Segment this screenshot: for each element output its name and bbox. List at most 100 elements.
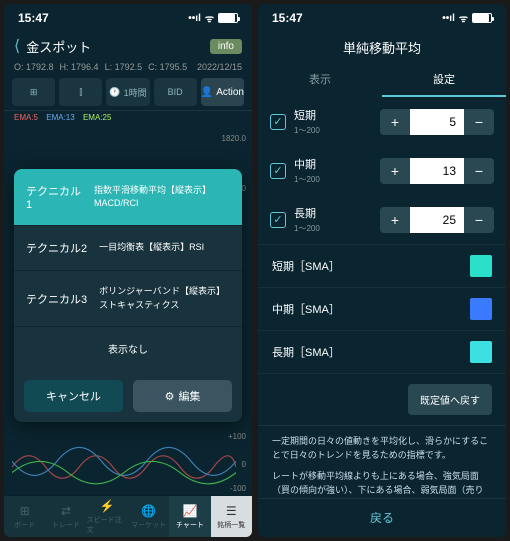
signal-icon: ••ıl <box>442 13 455 24</box>
tab-chart[interactable]: 📈チャート <box>169 496 210 537</box>
reset-row: 既定値へ戻す <box>258 374 506 425</box>
technical-option-none[interactable]: 表示なし <box>14 327 242 370</box>
status-bar: 15:47 ••ıl ᯤ <box>4 4 252 32</box>
option-label: テクニカル1 <box>26 183 82 211</box>
period-label: 中期1～200 <box>294 156 372 185</box>
tab-settings[interactable]: 設定 <box>382 63 506 97</box>
market-icon: 🌐 <box>141 504 156 518</box>
battery-icon <box>218 13 238 23</box>
technical-dialog: テクニカル1 指数平滑移動平均【縦表示】MACD/RCI テクニカル2 一目均衡… <box>14 169 242 422</box>
desc-p2: レートが移動平均線よりも上にある場合、強気局面（買の傾向が強い）、下にある場合、… <box>272 469 492 498</box>
price-date: 2022/12/15 <box>197 62 242 72</box>
cancel-button[interactable]: キャンセル <box>24 380 123 412</box>
sma-label: 長期［SMA］ <box>272 344 340 360</box>
dialog-footer: キャンセル ⚙編集 <box>14 370 242 422</box>
candle-button[interactable]: ⫿ <box>59 78 102 106</box>
period-label: 長期1～200 <box>294 205 372 234</box>
option-value: 一目均衡表【縦表示】RSI <box>99 241 204 255</box>
ema-25: EMA:25 <box>83 113 111 122</box>
description: 一定期間の日々の値動きを平均化し、滑らかにすることで日々のトレンドを見るための指… <box>258 425 506 498</box>
plus-button[interactable]: + <box>380 207 410 233</box>
oscillator-chart <box>12 439 236 495</box>
period-row-mid: ✓ 中期1～200 + 13 − <box>258 146 506 195</box>
technical-option-2[interactable]: テクニカル2 一目均衡表【縦表示】RSI <box>14 226 242 271</box>
tab-list[interactable]: ☰銘柄一覧 <box>211 496 252 537</box>
tab-display[interactable]: 表示 <box>258 63 382 97</box>
checkbox-long[interactable]: ✓ <box>270 212 286 228</box>
ema-indicators: EMA:5 EMA:13 EMA:25 <box>4 110 252 124</box>
stepper-long: + 25 − <box>380 207 494 233</box>
minus-button[interactable]: − <box>464 158 494 184</box>
speed-icon: ⚡ <box>100 499 115 513</box>
tab-row: 表示 設定 <box>258 63 506 97</box>
period-value[interactable]: 5 <box>410 109 464 135</box>
ema-13: EMA:13 <box>46 113 74 122</box>
grid-button[interactable]: ⊞ <box>12 78 55 106</box>
price-low: L: 1792.5 <box>105 62 143 72</box>
minus-button[interactable]: − <box>464 207 494 233</box>
tab-speed[interactable]: ⚡スピード注文 <box>87 496 128 537</box>
status-bar: 15:47 ••ıl ᯤ <box>258 4 506 32</box>
settings-scroll[interactable]: ✓ 短期1～200 + 5 − ✓ 中期1～200 + 13 − ✓ 長期1～2… <box>258 97 506 498</box>
tab-market[interactable]: 🌐マーケット <box>128 496 169 537</box>
battery-icon <box>472 13 492 23</box>
minus-button[interactable]: − <box>464 109 494 135</box>
plus-button[interactable]: + <box>380 109 410 135</box>
back-icon[interactable]: ⟨ <box>14 36 20 56</box>
ema-5: EMA:5 <box>14 113 38 122</box>
bottom-nav: ⊞ボード ⇄トレード ⚡スピード注文 🌐マーケット 📈チャート ☰銘柄一覧 <box>4 495 252 537</box>
period-label: 短期1～200 <box>294 107 372 136</box>
checkbox-mid[interactable]: ✓ <box>270 163 286 179</box>
price-close: C: 1795.5 <box>148 62 187 72</box>
wifi-icon: ᯤ <box>205 11 214 25</box>
left-screen: 15:47 ••ıl ᯤ ⟨ 金スポット info O: 1792.8 H: 1… <box>4 4 252 537</box>
status-time: 15:47 <box>272 11 303 25</box>
sma-label: 中期［SMA］ <box>272 301 340 317</box>
back-button[interactable]: 戻る <box>370 511 394 525</box>
bid-button[interactable]: BID <box>154 78 197 106</box>
edit-button[interactable]: ⚙編集 <box>133 380 232 412</box>
ohlc-row: O: 1792.8 H: 1796.4 L: 1792.5 C: 1795.5 … <box>4 60 252 74</box>
action-button[interactable]: 👤Action <box>201 78 244 106</box>
info-button[interactable]: info <box>210 39 242 54</box>
period-value[interactable]: 13 <box>410 158 464 184</box>
desc-p1: 一定期間の日々の値動きを平均化し、滑らかにすることで日々のトレンドを見るための指… <box>272 434 492 463</box>
list-icon: ☰ <box>226 504 237 518</box>
tab-trade[interactable]: ⇄トレード <box>45 496 86 537</box>
color-swatch[interactable] <box>470 341 492 363</box>
reset-button[interactable]: 既定値へ戻す <box>408 384 492 415</box>
color-swatch[interactable] <box>470 298 492 320</box>
footer: 戻る <box>258 498 506 537</box>
signal-icon: ••ıl <box>188 13 201 24</box>
wifi-icon: ᯤ <box>459 11 468 25</box>
sma-row-short[interactable]: 短期［SMA］ <box>258 245 506 287</box>
price-high: H: 1796.4 <box>60 62 99 72</box>
plus-button[interactable]: + <box>380 158 410 184</box>
person-icon: 👤 <box>201 87 213 98</box>
sma-row-long[interactable]: 長期［SMA］ <box>258 331 506 373</box>
tab-board[interactable]: ⊞ボード <box>4 496 45 537</box>
axis-label: 1820.0 <box>222 134 246 143</box>
technical-option-1[interactable]: テクニカル1 指数平滑移動平均【縦表示】MACD/RCI <box>14 169 242 226</box>
osc-scale: 0 <box>242 460 246 469</box>
toolbar: ⊞ ⫿ 🕐1時間 BID 👤Action <box>4 74 252 110</box>
right-screen: 15:47 ••ıl ᯤ 単純移動平均 表示 設定 ✓ 短期1～200 + 5 … <box>258 4 506 537</box>
sma-label: 短期［SMA］ <box>272 258 340 274</box>
status-icons: ••ıl ᯤ <box>188 11 238 25</box>
osc-scale: +100 <box>228 432 246 441</box>
option-value: 指数平滑移動平均【縦表示】MACD/RCI <box>94 184 230 211</box>
checkbox-short[interactable]: ✓ <box>270 114 286 130</box>
stepper-short: + 5 − <box>380 109 494 135</box>
period-button[interactable]: 🕐1時間 <box>106 78 149 106</box>
gear-icon: ⚙ <box>165 390 175 403</box>
chart-icon: 📈 <box>183 504 198 518</box>
sma-row-mid[interactable]: 中期［SMA］ <box>258 288 506 330</box>
candle-icon: ⫿ <box>79 87 82 98</box>
header: ⟨ 金スポット info <box>4 32 252 60</box>
technical-option-3[interactable]: テクニカル3 ボリンジャーバンド【縦表示】 ストキャスティクス <box>14 271 242 327</box>
osc-scale: -100 <box>230 484 246 493</box>
instrument-title: 金スポット <box>26 37 210 56</box>
period-row-short: ✓ 短期1～200 + 5 − <box>258 97 506 146</box>
period-value[interactable]: 25 <box>410 207 464 233</box>
color-swatch[interactable] <box>470 255 492 277</box>
